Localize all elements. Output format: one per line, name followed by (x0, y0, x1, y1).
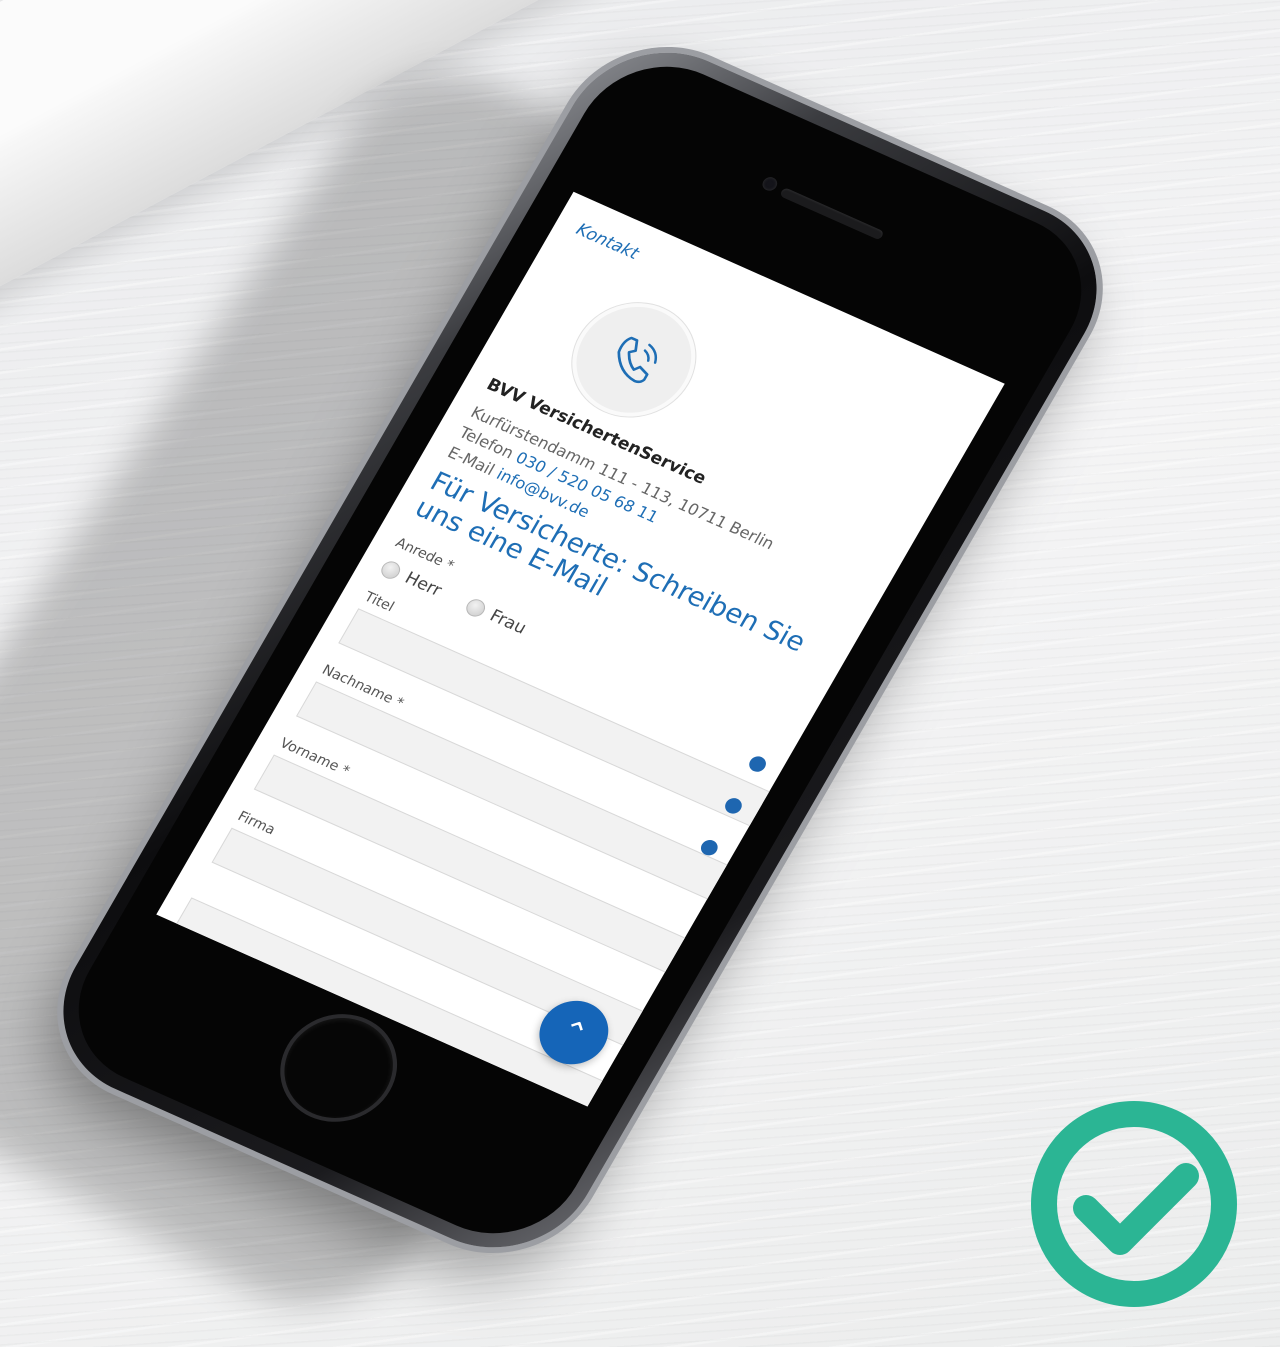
chevron-up-icon: ⌃ (553, 1012, 595, 1053)
checkmark-circle-icon (1028, 1098, 1240, 1310)
earpiece-speaker (779, 187, 885, 241)
checkmark-badge-svg (1031, 1101, 1237, 1307)
radio-herr-label: Herr (401, 568, 445, 601)
side-nav-dot[interactable] (746, 753, 769, 775)
phone-ringing-icon (617, 336, 658, 384)
home-button[interactable] (265, 1001, 413, 1135)
breadcrumb-kontakt[interactable]: Kontakt (573, 220, 643, 264)
radio-frau-label: Frau (486, 606, 530, 639)
radio-herr[interactable] (377, 558, 404, 582)
front-camera (759, 174, 780, 193)
radio-frau[interactable] (462, 596, 489, 620)
